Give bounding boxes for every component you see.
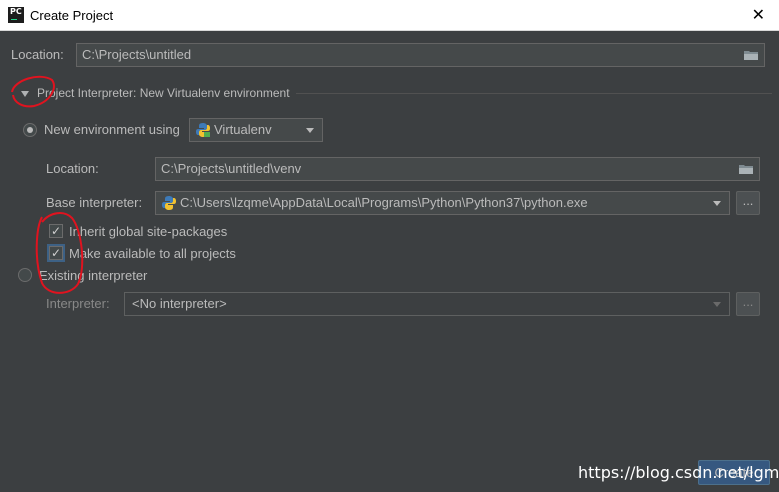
folder-icon[interactable] bbox=[739, 164, 753, 174]
pycharm-app-icon: PC bbox=[8, 7, 24, 23]
environment-tool-value: Virtualenv bbox=[214, 122, 272, 137]
location-label: Location: bbox=[11, 47, 64, 62]
section-divider bbox=[296, 93, 772, 94]
interpreter-label: Interpreter: bbox=[46, 296, 110, 311]
radio-selected-dot bbox=[27, 127, 33, 133]
virtualenv-icon bbox=[196, 123, 210, 137]
make-available-checkbox[interactable]: ✓ bbox=[47, 244, 65, 262]
project-location-value: C:\Projects\untitled bbox=[82, 47, 192, 62]
new-environment-label: New environment using bbox=[44, 122, 180, 137]
chevron-down-icon bbox=[306, 128, 314, 133]
window-title: Create Project bbox=[30, 8, 114, 23]
venv-location-value: C:\Projects\untitled\venv bbox=[161, 161, 302, 176]
folder-icon[interactable] bbox=[744, 50, 758, 60]
interpreter-section-title[interactable]: Project Interpreter: New Virtualenv envi… bbox=[37, 86, 290, 100]
collapse-triangle-icon[interactable] bbox=[21, 91, 29, 97]
environment-tool-dropdown[interactable]: Virtualenv bbox=[189, 118, 323, 142]
chevron-down-icon bbox=[713, 201, 721, 206]
browse-existing-interpreter-button[interactable]: ... bbox=[736, 292, 760, 316]
make-available-label: Make available to all projects bbox=[69, 246, 236, 261]
existing-interpreter-value: <No interpreter> bbox=[132, 296, 227, 311]
base-interpreter-label: Base interpreter: bbox=[46, 195, 143, 210]
inherit-packages-label: Inherit global site-packages bbox=[69, 224, 228, 239]
new-environment-radio[interactable] bbox=[23, 123, 37, 137]
title-bar: PC Create Project ✕ bbox=[0, 0, 779, 31]
inherit-packages-checkbox[interactable]: ✓ bbox=[49, 224, 63, 238]
venv-location-field[interactable]: C:\Projects\untitled\venv bbox=[155, 157, 760, 181]
existing-interpreter-label: Existing interpreter bbox=[39, 268, 148, 283]
existing-interpreter-radio[interactable] bbox=[18, 268, 32, 282]
python-icon bbox=[162, 196, 176, 210]
watermark-text: https://blog.csdn.net/lgmall bbox=[578, 463, 779, 482]
venv-location-label: Location: bbox=[46, 161, 99, 176]
existing-interpreter-dropdown[interactable]: <No interpreter> bbox=[124, 292, 730, 316]
browse-base-interpreter-button[interactable]: ... bbox=[736, 191, 760, 215]
base-interpreter-dropdown[interactable]: C:\Users\lzqme\AppData\Local\Programs\Py… bbox=[155, 191, 730, 215]
project-location-field[interactable]: C:\Projects\untitled bbox=[76, 43, 765, 67]
close-icon[interactable]: ✕ bbox=[752, 5, 765, 24]
chevron-down-icon bbox=[713, 302, 721, 307]
base-interpreter-value: C:\Users\lzqme\AppData\Local\Programs\Py… bbox=[180, 195, 588, 210]
